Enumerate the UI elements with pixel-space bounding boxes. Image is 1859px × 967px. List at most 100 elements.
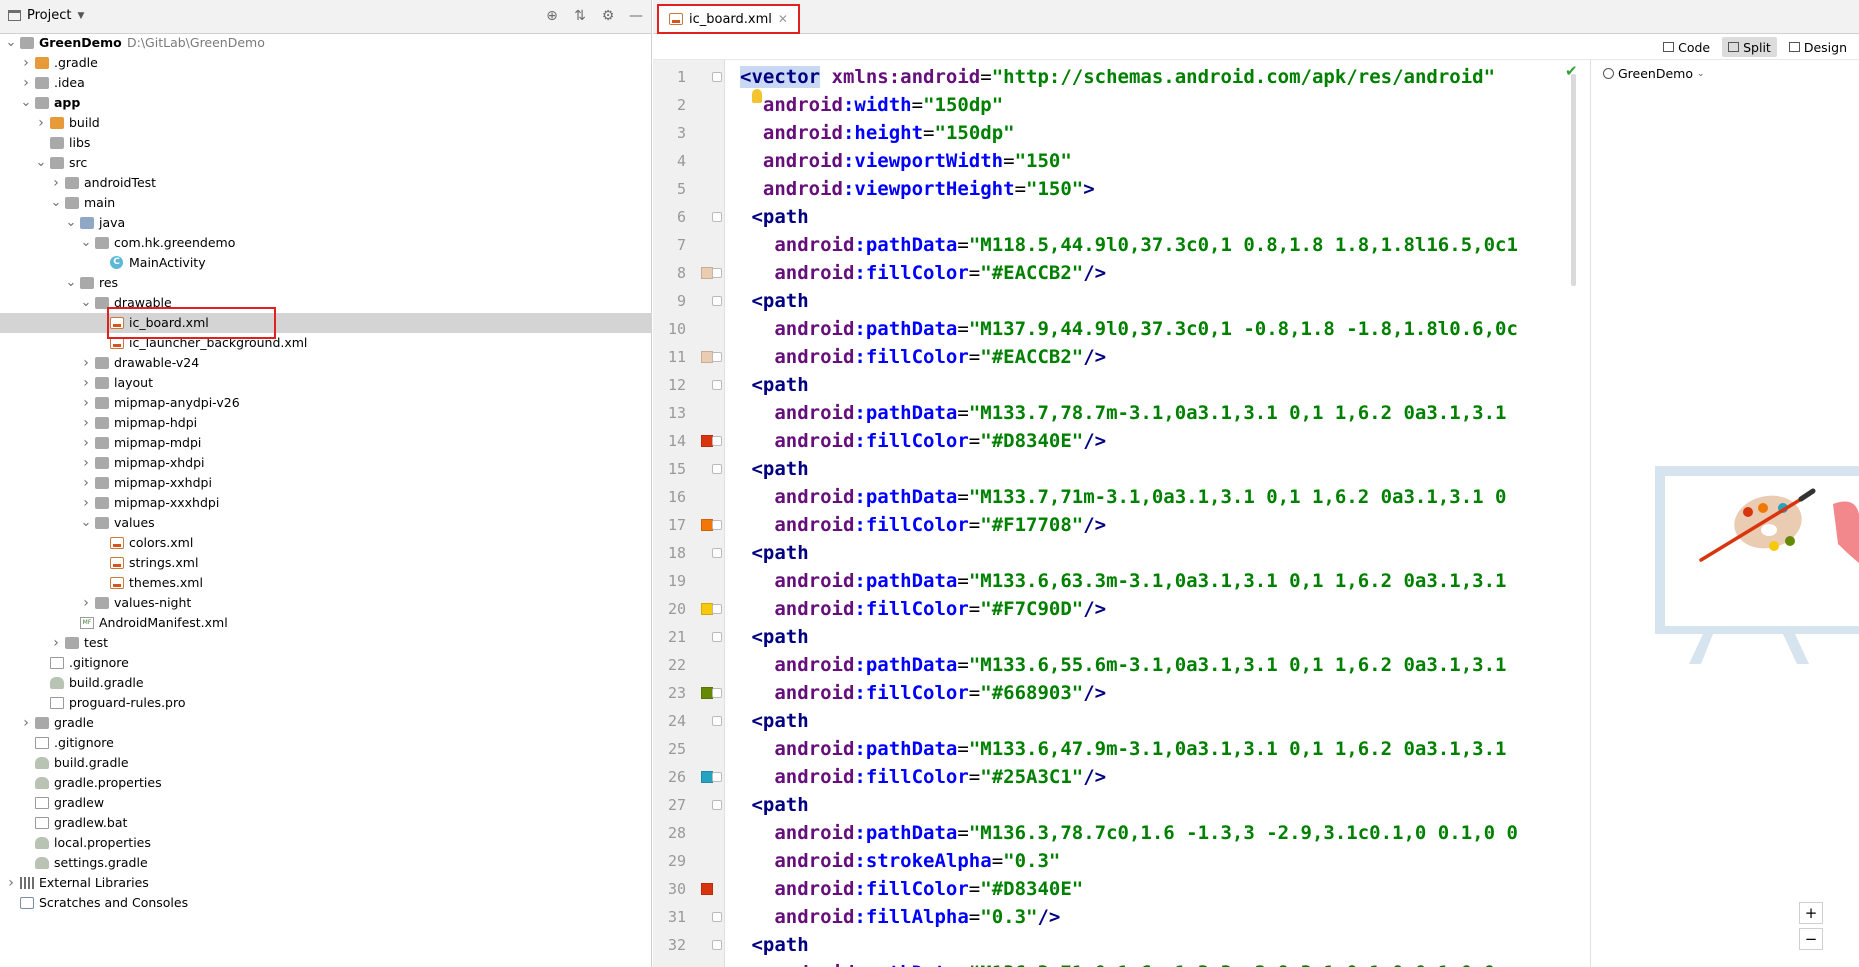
tree-item[interactable]: › values-night [0, 593, 651, 613]
tree-item[interactable]: › gradle [0, 713, 651, 733]
tree-item[interactable]: ⌄ res [0, 273, 651, 293]
tree-item[interactable]: ⌄ java [0, 213, 651, 233]
fold-marker-icon[interactable] [712, 772, 722, 782]
tree-item[interactable]: Scratches and Consoles [0, 893, 651, 913]
tree-item[interactable]: gradlew.bat [0, 813, 651, 833]
chevron-right-icon[interactable]: › [20, 713, 32, 733]
chevron-right-icon[interactable]: › [80, 413, 92, 433]
design-mode-button[interactable]: Design [1783, 37, 1853, 57]
locate-file-icon[interactable]: ⊕ [544, 8, 560, 24]
tree-item[interactable]: › mipmap-anydpi-v26 [0, 393, 651, 413]
tree-item[interactable]: › mipmap-xhdpi [0, 453, 651, 473]
tree-item[interactable]: themes.xml [0, 573, 651, 593]
tree-item[interactable]: › .idea [0, 73, 651, 93]
tree-item[interactable]: C MainActivity [0, 253, 651, 273]
tree-item[interactable]: gradle.properties [0, 773, 651, 793]
tree-item[interactable]: gradlew [0, 793, 651, 813]
fold-marker-icon[interactable] [712, 380, 722, 390]
fold-marker-icon[interactable] [712, 716, 722, 726]
fold-marker-icon[interactable] [712, 352, 722, 362]
fold-marker-icon[interactable] [712, 800, 722, 810]
tree-item[interactable]: › mipmap-xxxhdpi [0, 493, 651, 513]
chevron-right-icon[interactable]: › [80, 373, 92, 393]
tree-item[interactable]: ic_board.xml [0, 313, 651, 333]
tree-item[interactable]: ⌄ values [0, 513, 651, 533]
code-area[interactable]: <vector xmlns:android="http://schemas.an… [726, 60, 1571, 967]
fold-marker-icon[interactable] [712, 212, 722, 222]
tree-item[interactable]: MF AndroidManifest.xml [0, 613, 651, 633]
tree-item[interactable]: build.gradle [0, 753, 651, 773]
minimize-icon[interactable]: — [628, 8, 644, 24]
zoom-in-button[interactable]: + [1799, 902, 1823, 924]
tree-item[interactable]: .gitignore [0, 733, 651, 753]
tree-item[interactable]: colors.xml [0, 533, 651, 553]
tree-item[interactable]: build.gradle [0, 673, 651, 693]
chevron-right-icon[interactable]: › [80, 473, 92, 493]
fold-marker-icon[interactable] [712, 912, 722, 922]
tree-item[interactable]: ⌄ src [0, 153, 651, 173]
tree-item[interactable]: › .gradle [0, 53, 651, 73]
chevron-right-icon[interactable]: › [80, 433, 92, 453]
tree-item[interactable]: proguard-rules.pro [0, 693, 651, 713]
chevron-right-icon[interactable]: › [80, 393, 92, 413]
tree-item[interactable]: › layout [0, 373, 651, 393]
tree-item[interactable]: › mipmap-hdpi [0, 413, 651, 433]
chevron-down-icon[interactable]: ⌄ [35, 153, 47, 173]
chevron-right-icon[interactable]: › [80, 353, 92, 373]
tree-item[interactable]: ic_launcher_background.xml [0, 333, 651, 353]
chevron-down-icon[interactable]: ⌄ [80, 293, 92, 313]
fold-marker-icon[interactable] [712, 464, 722, 474]
theme-selector[interactable]: GreenDemo ⌄ [1603, 66, 1705, 81]
editor-scrollbar[interactable] [1571, 74, 1576, 286]
fold-marker-icon[interactable] [712, 520, 722, 530]
code-mode-button[interactable]: Code [1657, 37, 1716, 57]
tree-item[interactable]: ⌄ app [0, 93, 651, 113]
lightbulb-icon[interactable] [752, 89, 762, 103]
close-icon[interactable]: ✕ [778, 12, 788, 26]
tree-item[interactable]: strings.xml [0, 553, 651, 573]
chevron-right-icon[interactable]: › [50, 173, 62, 193]
fold-marker-icon[interactable] [712, 436, 722, 446]
tree-item[interactable]: › mipmap-mdpi [0, 433, 651, 453]
project-view-selector[interactable]: Project ▼ [8, 8, 84, 23]
collapse-all-icon[interactable]: ⇅ [572, 8, 588, 24]
tree-item[interactable]: › androidTest [0, 173, 651, 193]
chevron-right-icon[interactable]: › [20, 73, 32, 93]
fold-marker-icon[interactable] [712, 940, 722, 950]
chevron-down-icon[interactable]: ⌄ [80, 513, 92, 533]
tree-item[interactable]: settings.gradle [0, 853, 651, 873]
split-mode-button[interactable]: Split [1722, 37, 1777, 57]
gear-icon[interactable]: ⚙ [600, 8, 616, 24]
fold-marker-icon[interactable] [712, 268, 722, 278]
chevron-down-icon[interactable]: ⌄ [80, 233, 92, 253]
chevron-down-icon[interactable]: ⌄ [20, 93, 32, 113]
chevron-down-icon[interactable]: ⌄ [5, 33, 17, 53]
chevron-down-icon[interactable]: ⌄ [65, 213, 77, 233]
fold-marker-icon[interactable] [712, 72, 722, 82]
fold-marker-icon[interactable] [712, 688, 722, 698]
tree-item[interactable]: local.properties [0, 833, 651, 853]
tree-item[interactable]: › drawable-v24 [0, 353, 651, 373]
chevron-right-icon[interactable]: › [80, 493, 92, 513]
tree-item[interactable]: libs [0, 133, 651, 153]
zoom-out-button[interactable]: − [1799, 928, 1823, 950]
chevron-down-icon[interactable]: ⌄ [65, 273, 77, 293]
tree-item[interactable]: › test [0, 633, 651, 653]
chevron-right-icon[interactable]: › [5, 873, 17, 893]
color-swatch-icon[interactable] [701, 883, 713, 895]
tree-item[interactable]: .gitignore [0, 653, 651, 673]
tree-item[interactable]: ⌄ main [0, 193, 651, 213]
chevron-right-icon[interactable]: › [20, 53, 32, 73]
tree-item[interactable]: › build [0, 113, 651, 133]
chevron-right-icon[interactable]: › [80, 453, 92, 473]
fold-marker-icon[interactable] [712, 548, 722, 558]
chevron-right-icon[interactable]: › [50, 633, 62, 653]
chevron-down-icon[interactable]: ⌄ [50, 193, 62, 213]
tree-item[interactable]: › mipmap-xxhdpi [0, 473, 651, 493]
tree-item[interactable]: › External Libraries [0, 873, 651, 893]
tree-item[interactable]: ⌄ com.hk.greendemo [0, 233, 651, 253]
tree-item[interactable]: ⌄ drawable [0, 293, 651, 313]
fold-marker-icon[interactable] [712, 632, 722, 642]
chevron-right-icon[interactable]: › [80, 593, 92, 613]
fold-marker-icon[interactable] [712, 296, 722, 306]
